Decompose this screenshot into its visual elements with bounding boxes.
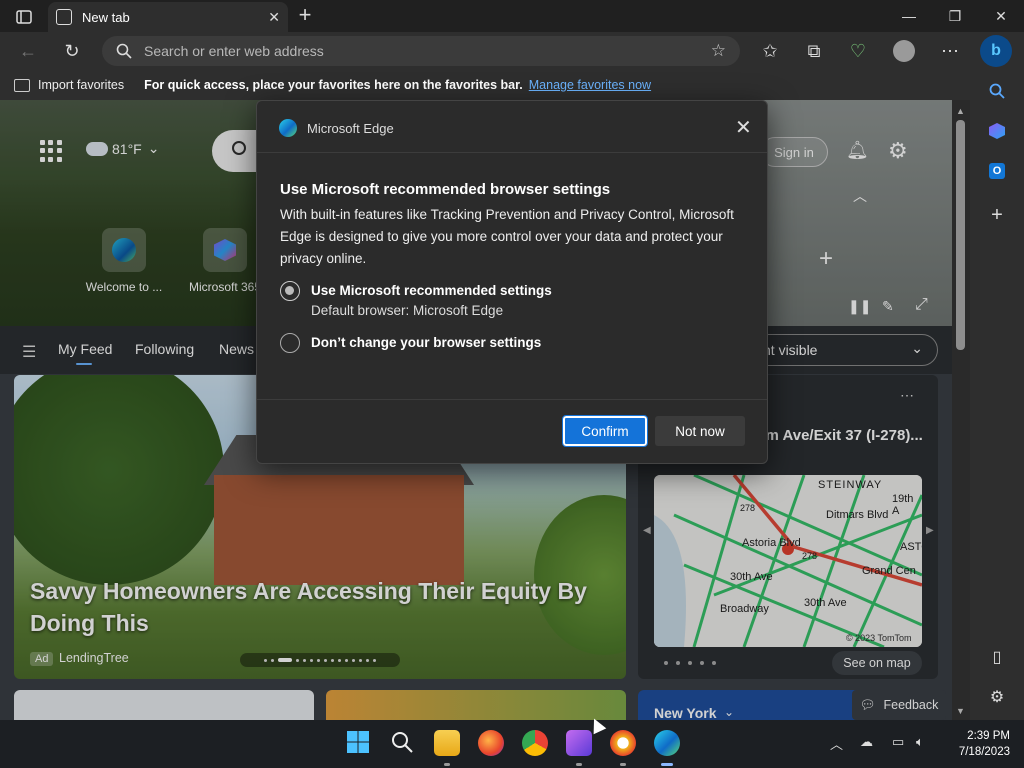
import-favorites-button[interactable]: Import favorites bbox=[14, 78, 124, 92]
new-tab-page-icon bbox=[56, 9, 72, 25]
profile-avatar[interactable] bbox=[890, 38, 918, 64]
favorites-hint: For quick access, place your favorites h… bbox=[144, 78, 523, 92]
display-icon[interactable]: ▭ bbox=[892, 734, 904, 750]
radio-recommended[interactable] bbox=[280, 281, 300, 301]
option-label: Use Microsoft recommended settings bbox=[311, 283, 552, 298]
minimize-icon[interactable]: — bbox=[886, 0, 932, 32]
search-icon bbox=[116, 43, 132, 59]
sidebar-search-icon[interactable] bbox=[984, 78, 1010, 104]
network-offline-icon[interactable]: ☁︎ bbox=[860, 734, 873, 750]
tab-title: New tab bbox=[82, 9, 130, 25]
toolbar: ← ↻ Search or enter web address ☆ ✩ ⧉ ♡ … bbox=[0, 32, 1024, 70]
favorites-icon[interactable]: ✩ bbox=[756, 38, 784, 64]
manage-favorites-link[interactable]: Manage favorites now bbox=[529, 78, 651, 92]
import-favorites-label: Import favorites bbox=[38, 78, 125, 92]
dialog-title: Use Microsoft recommended browser settin… bbox=[280, 181, 611, 198]
browser-app-icon[interactable] bbox=[610, 730, 636, 766]
tab-actions-icon bbox=[16, 10, 32, 24]
screen: New tab ✕ + — ❐ ✕ ← ↻ Search or enter we… bbox=[0, 0, 1024, 768]
option-label: Don’t change your browser settings bbox=[311, 335, 542, 350]
edge-logo-icon bbox=[279, 119, 297, 137]
radio-dont-change[interactable] bbox=[280, 333, 300, 353]
refresh-icon[interactable]: ↻ bbox=[58, 38, 86, 64]
sidebar-add-icon[interactable]: + bbox=[984, 202, 1010, 228]
dialog-header: Microsoft Edge ✕ bbox=[257, 101, 767, 153]
sidebar-outlook-icon[interactable]: O bbox=[984, 158, 1010, 184]
start-windows-icon[interactable] bbox=[346, 730, 372, 756]
address-bar[interactable]: Search or enter web address ☆ bbox=[102, 36, 740, 66]
restore-icon[interactable]: ❐ bbox=[932, 0, 978, 32]
edge-sidebar: O + ▯ ⚙ bbox=[970, 70, 1024, 720]
scroll-down-arrow-icon[interactable]: ▼ bbox=[956, 706, 965, 716]
sidebar-copilot-icon[interactable] bbox=[984, 118, 1010, 144]
import-icon bbox=[14, 78, 30, 92]
tab-new-tab[interactable]: New tab ✕ bbox=[48, 2, 288, 32]
tab-actions-button[interactable] bbox=[8, 6, 40, 28]
bing-chat-icon[interactable]: b bbox=[980, 35, 1012, 67]
more-options-icon[interactable]: ⋯ bbox=[936, 38, 964, 64]
system-clock[interactable]: 2:39 PM 7/18/2023 bbox=[940, 728, 1010, 760]
browser-essentials-icon[interactable]: ♡ bbox=[844, 38, 872, 64]
close-window-icon[interactable]: ✕ bbox=[978, 0, 1024, 32]
not-now-button[interactable]: Not now bbox=[655, 416, 745, 446]
favorites-bar: Import favorites For quick access, place… bbox=[0, 70, 970, 100]
close-tab-icon[interactable]: ✕ bbox=[268, 9, 280, 26]
confirm-button[interactable]: Confirm bbox=[562, 415, 648, 447]
visual-studio-icon[interactable] bbox=[566, 730, 592, 766]
favorite-star-icon[interactable]: ☆ bbox=[711, 41, 726, 61]
clock-time: 2:39 PM bbox=[967, 730, 1010, 742]
taskbar-search-icon[interactable] bbox=[390, 730, 416, 756]
option-sublabel: Default browser: Microsoft Edge bbox=[311, 303, 504, 318]
scroll-up-arrow-icon[interactable]: ▲ bbox=[956, 106, 965, 116]
volume-icon[interactable]: 🔈︎ bbox=[916, 734, 924, 750]
back-icon[interactable]: ← bbox=[14, 38, 42, 64]
close-dialog-icon[interactable]: ✕ bbox=[735, 115, 752, 140]
sidebar-panel-icon[interactable]: ▯ bbox=[984, 644, 1010, 670]
browser-settings-dialog: Microsoft Edge ✕ Use Microsoft recommend… bbox=[256, 100, 768, 464]
file-explorer-icon[interactable] bbox=[434, 730, 460, 766]
dialog-app-name: Microsoft Edge bbox=[307, 121, 394, 136]
scrollbar-thumb[interactable] bbox=[956, 120, 965, 350]
new-tab-plus-icon[interactable]: + bbox=[293, 4, 317, 28]
dialog-footer: Confirm Not now bbox=[257, 399, 767, 463]
address-placeholder: Search or enter web address bbox=[144, 43, 324, 59]
chrome-icon[interactable] bbox=[522, 730, 548, 756]
sidebar-settings-gear-icon[interactable]: ⚙ bbox=[984, 684, 1010, 710]
dialog-body: With built-in features like Tracking Pre… bbox=[280, 207, 734, 266]
firefox-icon[interactable] bbox=[478, 730, 504, 756]
show-hidden-icons-chevron-icon[interactable]: ︿ bbox=[830, 734, 843, 753]
option-recommended[interactable]: Use Microsoft recommended settings Defau… bbox=[280, 281, 552, 321]
collections-icon[interactable]: ⧉ bbox=[800, 38, 828, 64]
option-dont-change[interactable]: Don’t change your browser settings bbox=[280, 333, 541, 353]
taskbar: ︿ ☁︎ ▭ 🔈︎ 2:39 PM 7/18/2023 bbox=[0, 720, 1024, 768]
clock-date: 7/18/2023 bbox=[958, 746, 1010, 758]
tab-strip: New tab ✕ + — ❐ ✕ bbox=[0, 0, 1024, 32]
edge-taskbar-icon[interactable] bbox=[654, 730, 680, 766]
vertical-scrollbar[interactable]: ▲ ▼ bbox=[952, 100, 970, 720]
